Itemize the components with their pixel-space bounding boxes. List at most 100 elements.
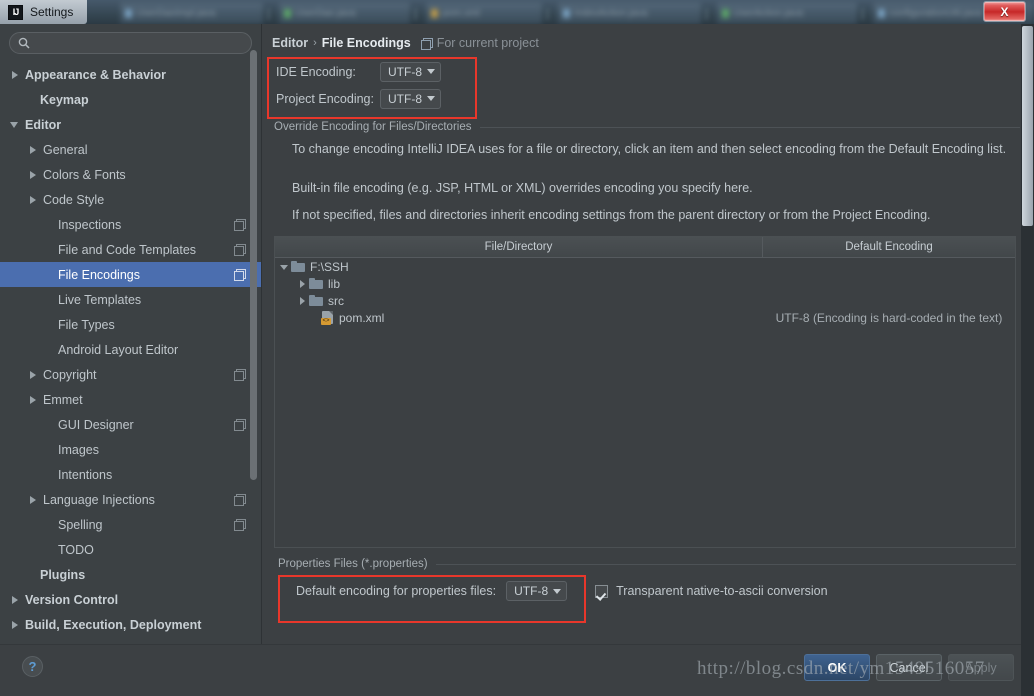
sidebar-item-label: File and Code Templates xyxy=(58,242,197,257)
sidebar-item-build-execution-deployment[interactable]: Build, Execution, Deployment xyxy=(0,612,261,637)
sidebar-item-language-injections[interactable]: Language Injections xyxy=(0,487,261,512)
sidebar-item-label: Appearance & Behavior xyxy=(25,67,167,82)
sidebar-item-file-types[interactable]: File Types xyxy=(0,312,261,337)
project-scope-icon xyxy=(234,269,246,281)
sidebar-item-spelling[interactable]: Spelling xyxy=(0,512,261,537)
table-row[interactable]: src xyxy=(275,292,1015,309)
sidebar-item-label: General xyxy=(43,142,88,157)
sidebar-item-keymap[interactable]: Keymap xyxy=(0,87,261,112)
chevron-right-icon[interactable] xyxy=(28,369,39,380)
override-group-header: Override Encoding for Files/Directories xyxy=(274,121,1020,133)
search-input[interactable] xyxy=(36,36,243,50)
column-header-default-encoding[interactable]: Default Encoding xyxy=(763,237,1015,257)
sidebar-item-appearance-behavior[interactable]: Appearance & Behavior xyxy=(0,62,261,87)
project-scope-icon xyxy=(234,494,246,506)
sidebar-item-emmet[interactable]: Emmet xyxy=(0,387,261,412)
folder-icon xyxy=(309,277,323,290)
project-scope-icon xyxy=(234,244,246,256)
chevron-down-icon[interactable] xyxy=(279,261,291,273)
table-header-row: File/Directory Default Encoding xyxy=(275,237,1015,258)
table-row[interactable]: F:\SSH xyxy=(275,258,1015,275)
sidebar-item-label: Code Style xyxy=(43,192,105,207)
window-scrollbar-thumb[interactable] xyxy=(1022,26,1033,226)
cancel-button[interactable]: Cancel xyxy=(876,654,942,681)
search-container xyxy=(0,32,261,60)
sidebar-item-file-encodings[interactable]: File Encodings xyxy=(0,262,261,287)
sidebar-item-general[interactable]: General xyxy=(0,137,261,162)
ok-button[interactable]: OK xyxy=(804,654,870,681)
sidebar-item-copyright[interactable]: Copyright xyxy=(0,362,261,387)
sidebar-item-plugins[interactable]: Plugins xyxy=(0,562,261,587)
ide-encoding-combo[interactable]: UTF-8 xyxy=(380,61,441,82)
file-encoding-table: File/Directory Default Encoding F:\SSH li… xyxy=(274,236,1016,548)
ide-encoding-label: IDE Encoding: xyxy=(276,64,356,79)
chevron-down-icon xyxy=(427,96,435,101)
table-row[interactable]: <> pom.xml UTF-8 (Encoding is hard-coded i… xyxy=(275,309,1015,326)
native-to-ascii-checkbox[interactable] xyxy=(595,584,609,598)
properties-encoding-value: UTF-8 xyxy=(514,584,549,598)
chevron-right-icon[interactable] xyxy=(28,169,39,180)
sidebar-scrollbar-thumb[interactable] xyxy=(250,50,257,480)
ide-encoding-value: UTF-8 xyxy=(388,64,422,79)
title-bar: IJ Settings X xyxy=(0,0,1034,24)
properties-group-title: Properties Files (*.properties) xyxy=(278,558,428,570)
chevron-down-icon xyxy=(553,588,562,594)
chevron-right-icon[interactable] xyxy=(297,295,309,307)
project-encoding-combo[interactable]: UTF-8 xyxy=(380,88,441,109)
chevron-right-icon[interactable] xyxy=(28,394,39,405)
project-encoding-value: UTF-8 xyxy=(388,91,422,106)
sidebar-item-label: Inspections xyxy=(58,217,122,232)
dialog-footer: ? OK Cancel Apply xyxy=(0,644,1034,696)
project-encoding-label: Project Encoding: xyxy=(276,91,374,106)
sidebar-item-todo[interactable]: TODO xyxy=(0,537,261,562)
table-row[interactable]: lib xyxy=(275,275,1015,292)
close-window-button[interactable]: X xyxy=(983,1,1026,22)
chevron-down-icon[interactable] xyxy=(10,119,21,130)
chevron-right-icon[interactable] xyxy=(297,278,309,290)
project-scope-icon xyxy=(234,219,246,231)
properties-encoding-row: Default encoding for properties files: U… xyxy=(274,578,1016,604)
sidebar-item-label: Version Control xyxy=(25,592,119,607)
window-title-chip: IJ Settings xyxy=(0,0,88,24)
settings-tree: Appearance & Behavior Keymap Editor General… xyxy=(0,60,261,644)
chevron-right-icon[interactable] xyxy=(10,619,21,630)
window-scrollbar[interactable] xyxy=(1021,24,1034,696)
breadcrumb-scope-label: For current project xyxy=(436,36,539,50)
chevron-right-icon[interactable] xyxy=(10,594,21,605)
chevron-right-icon[interactable] xyxy=(28,494,39,505)
sidebar-item-intentions[interactable]: Intentions xyxy=(0,462,261,487)
table-cell-name-text: src xyxy=(328,293,344,308)
sidebar-item-android-layout-editor[interactable]: Android Layout Editor xyxy=(0,337,261,362)
search-box[interactable] xyxy=(9,32,252,54)
folder-icon xyxy=(309,294,323,307)
sidebar-item-images[interactable]: Images xyxy=(0,437,261,462)
project-scope-icon xyxy=(234,419,246,431)
chevron-right-icon[interactable] xyxy=(28,194,39,205)
settings-detail-panel: Editor › File Encodings For current proj… xyxy=(262,24,1034,644)
sidebar-item-editor[interactable]: Editor xyxy=(0,112,261,137)
search-icon xyxy=(18,37,30,49)
override-description-2: Built-in file encoding (e.g. JSP, HTML o… xyxy=(292,181,753,195)
sidebar-item-colors-fonts[interactable]: Colors & Fonts xyxy=(0,162,261,187)
breadcrumb-parent[interactable]: Editor xyxy=(272,36,308,50)
sidebar-item-file-and-code-templates[interactable]: File and Code Templates xyxy=(0,237,261,262)
override-description-1: To change encoding IntelliJ IDEA uses fo… xyxy=(292,142,1007,156)
settings-dialog: Appearance & Behavior Keymap Editor General… xyxy=(0,24,1034,696)
sidebar-item-label: Colors & Fonts xyxy=(43,167,126,182)
properties-files-group: Properties Files (*.properties) Default … xyxy=(274,558,1016,604)
column-header-file-directory[interactable]: File/Directory xyxy=(275,237,763,257)
sidebar-item-inspections[interactable]: Inspections xyxy=(0,212,261,237)
help-button[interactable]: ? xyxy=(22,656,43,677)
sidebar-item-version-control[interactable]: Version Control xyxy=(0,587,261,612)
apply-button[interactable]: Apply xyxy=(948,654,1014,681)
chevron-right-icon[interactable] xyxy=(10,69,21,80)
native-to-ascii-checkbox-wrap[interactable]: Transparent native-to-ascii conversion xyxy=(595,584,828,598)
sidebar-item-gui-designer[interactable]: GUI Designer xyxy=(0,412,261,437)
chevron-right-icon[interactable] xyxy=(28,144,39,155)
properties-group-header: Properties Files (*.properties) xyxy=(278,558,1016,570)
sidebar-item-code-style[interactable]: Code Style xyxy=(0,187,261,212)
override-group-title: Override Encoding for Files/Directories xyxy=(274,121,472,133)
sidebar-item-live-templates[interactable]: Live Templates xyxy=(0,287,261,312)
properties-encoding-combo[interactable]: UTF-8 xyxy=(506,581,568,601)
sidebar-item-label: Build, Execution, Deployment xyxy=(25,617,202,632)
